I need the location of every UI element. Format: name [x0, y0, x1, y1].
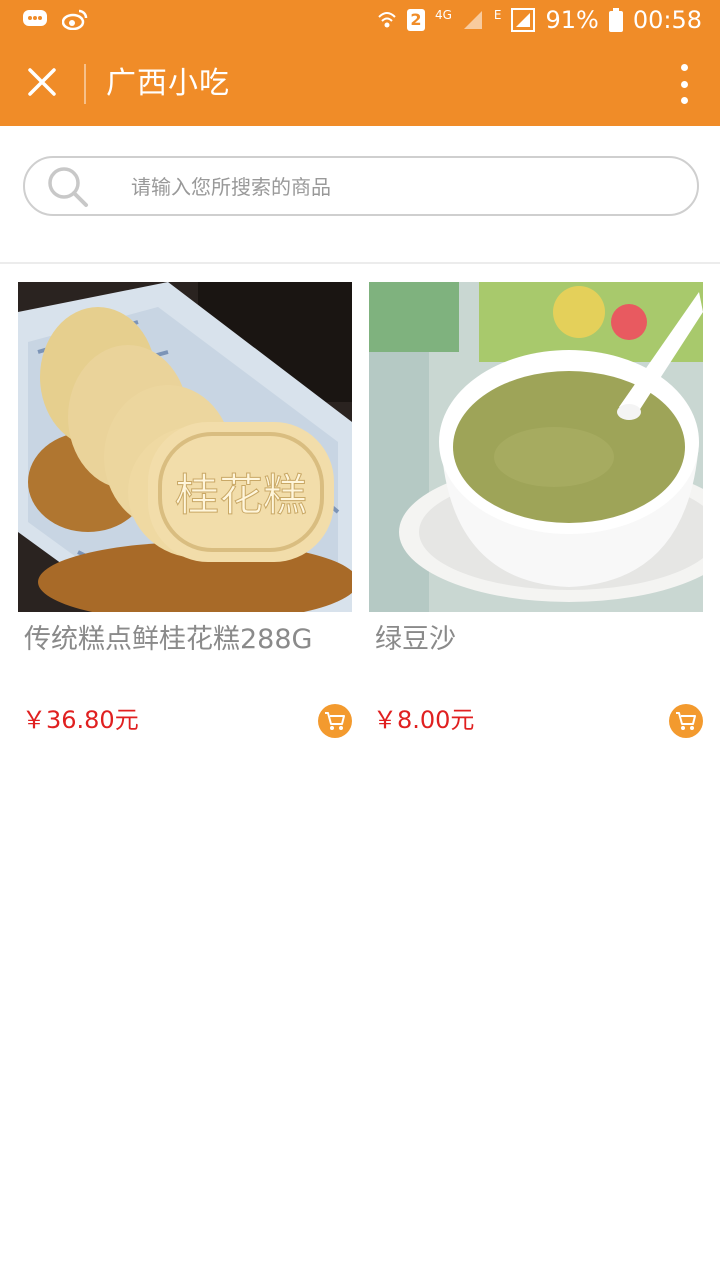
svg-text:桂花糕: 桂花糕: [175, 470, 307, 521]
message-icon: [23, 10, 47, 26]
network-type: 4G: [434, 8, 452, 22]
title-divider: [84, 64, 86, 104]
sim-badge: 2: [406, 9, 425, 31]
product-image[interactable]: [369, 282, 703, 612]
cart-icon: [676, 712, 696, 730]
clock: 00:58: [632, 6, 702, 34]
cart-icon: [325, 712, 345, 730]
osmanthus-cake-photo: 桂花糕: [18, 282, 352, 612]
product-image[interactable]: 桂花糕: [18, 282, 352, 612]
status-bar: 2 4G E 91% 00:58: [0, 0, 720, 42]
signal-icon: [511, 8, 536, 32]
more-options-button[interactable]: [674, 64, 694, 104]
close-icon: [28, 68, 56, 96]
battery-percent: 91%: [545, 6, 599, 34]
add-to-cart-button[interactable]: [318, 704, 352, 738]
search-input[interactable]: [129, 166, 673, 208]
search-icon: [48, 167, 88, 207]
add-to-cart-button[interactable]: [669, 704, 703, 738]
network-edge: E: [493, 8, 502, 22]
title-bar: 广西小吃: [0, 42, 720, 126]
battery-icon: [608, 8, 623, 32]
more-dot: [680, 64, 688, 71]
mung-bean-soup-photo: [369, 282, 703, 612]
more-dot: [680, 80, 688, 88]
product-price: ￥36.80元: [22, 706, 139, 734]
product-card[interactable]: 桂花糕 传统糕点鲜桂花糕288G ￥36.80元: [18, 282, 352, 752]
product-card[interactable]: 绿豆沙 ￥8.00元: [369, 282, 703, 752]
wifi-call-icon: [378, 12, 396, 28]
product-price: ￥8.00元: [373, 706, 475, 734]
search-box[interactable]: [23, 156, 699, 216]
search-section: [0, 126, 720, 264]
close-button[interactable]: [22, 62, 62, 102]
signal-icon: [463, 11, 482, 29]
more-dot: [680, 97, 688, 104]
product-name[interactable]: 传统糕点鲜桂花糕288G: [24, 618, 330, 662]
page-title: 广西小吃: [106, 66, 230, 101]
weibo-icon: [62, 9, 88, 30]
product-name[interactable]: 绿豆沙: [375, 618, 681, 662]
